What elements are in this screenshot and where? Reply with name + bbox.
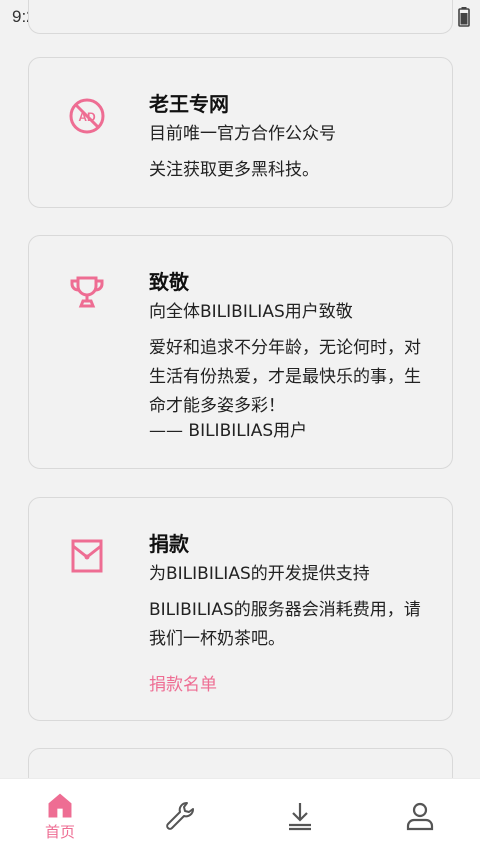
- nav-tools[interactable]: [120, 779, 240, 853]
- card-previous: [28, 0, 453, 34]
- bottom-nav: 首页: [0, 778, 480, 853]
- svg-text:AD: AD: [78, 110, 96, 124]
- card-text: 关注获取更多黑科技。: [149, 160, 319, 180]
- card-donate: 捐款 为BILIBILIAS的开发提供支持 BILIBILIAS的服务器会消耗费…: [28, 497, 453, 721]
- trophy-icon: [70, 276, 104, 308]
- card-title: 捐款: [149, 532, 189, 556]
- card-text: —— BILIBILIAS用户: [149, 421, 308, 441]
- nav-home[interactable]: 首页: [0, 779, 120, 853]
- envelope-icon: [71, 539, 103, 573]
- download-icon: [289, 803, 311, 831]
- card-tribute: 致敬 向全体BILIBILIAS用户致敬 爱好和追求不分年龄，无论何时，对生活有…: [28, 235, 453, 469]
- card-text: 爱好和追求不分年龄，无论何时，对生活有份热爱，才是最快乐的事，生命才能多姿多彩！: [149, 338, 421, 416]
- card-text: BILIBILIAS的服务器会消耗费用，请我们一杯奶茶吧。: [149, 600, 421, 649]
- user-icon: [406, 802, 434, 831]
- card-title: 致敬: [149, 270, 189, 294]
- no-ad-icon: AD: [69, 98, 105, 134]
- home-icon: [48, 793, 72, 817]
- battery-icon: [458, 7, 470, 27]
- card-title: 老王专网: [149, 92, 229, 116]
- nav-profile[interactable]: [360, 779, 480, 853]
- nav-home-label: 首页: [44, 822, 75, 841]
- nav-download[interactable]: [240, 779, 360, 853]
- donor-list-link[interactable]: 捐款名单: [149, 670, 217, 695]
- card-official-account[interactable]: AD 老王专网 目前唯一官方合作公众号 关注获取更多黑科技。: [28, 57, 453, 208]
- card-text: 为BILIBILIAS的开发提供支持: [149, 564, 370, 584]
- card-text: 目前唯一官方合作公众号: [149, 124, 336, 144]
- wrench-icon: [166, 802, 194, 830]
- card-text: 向全体BILIBILIAS用户致敬: [149, 302, 353, 322]
